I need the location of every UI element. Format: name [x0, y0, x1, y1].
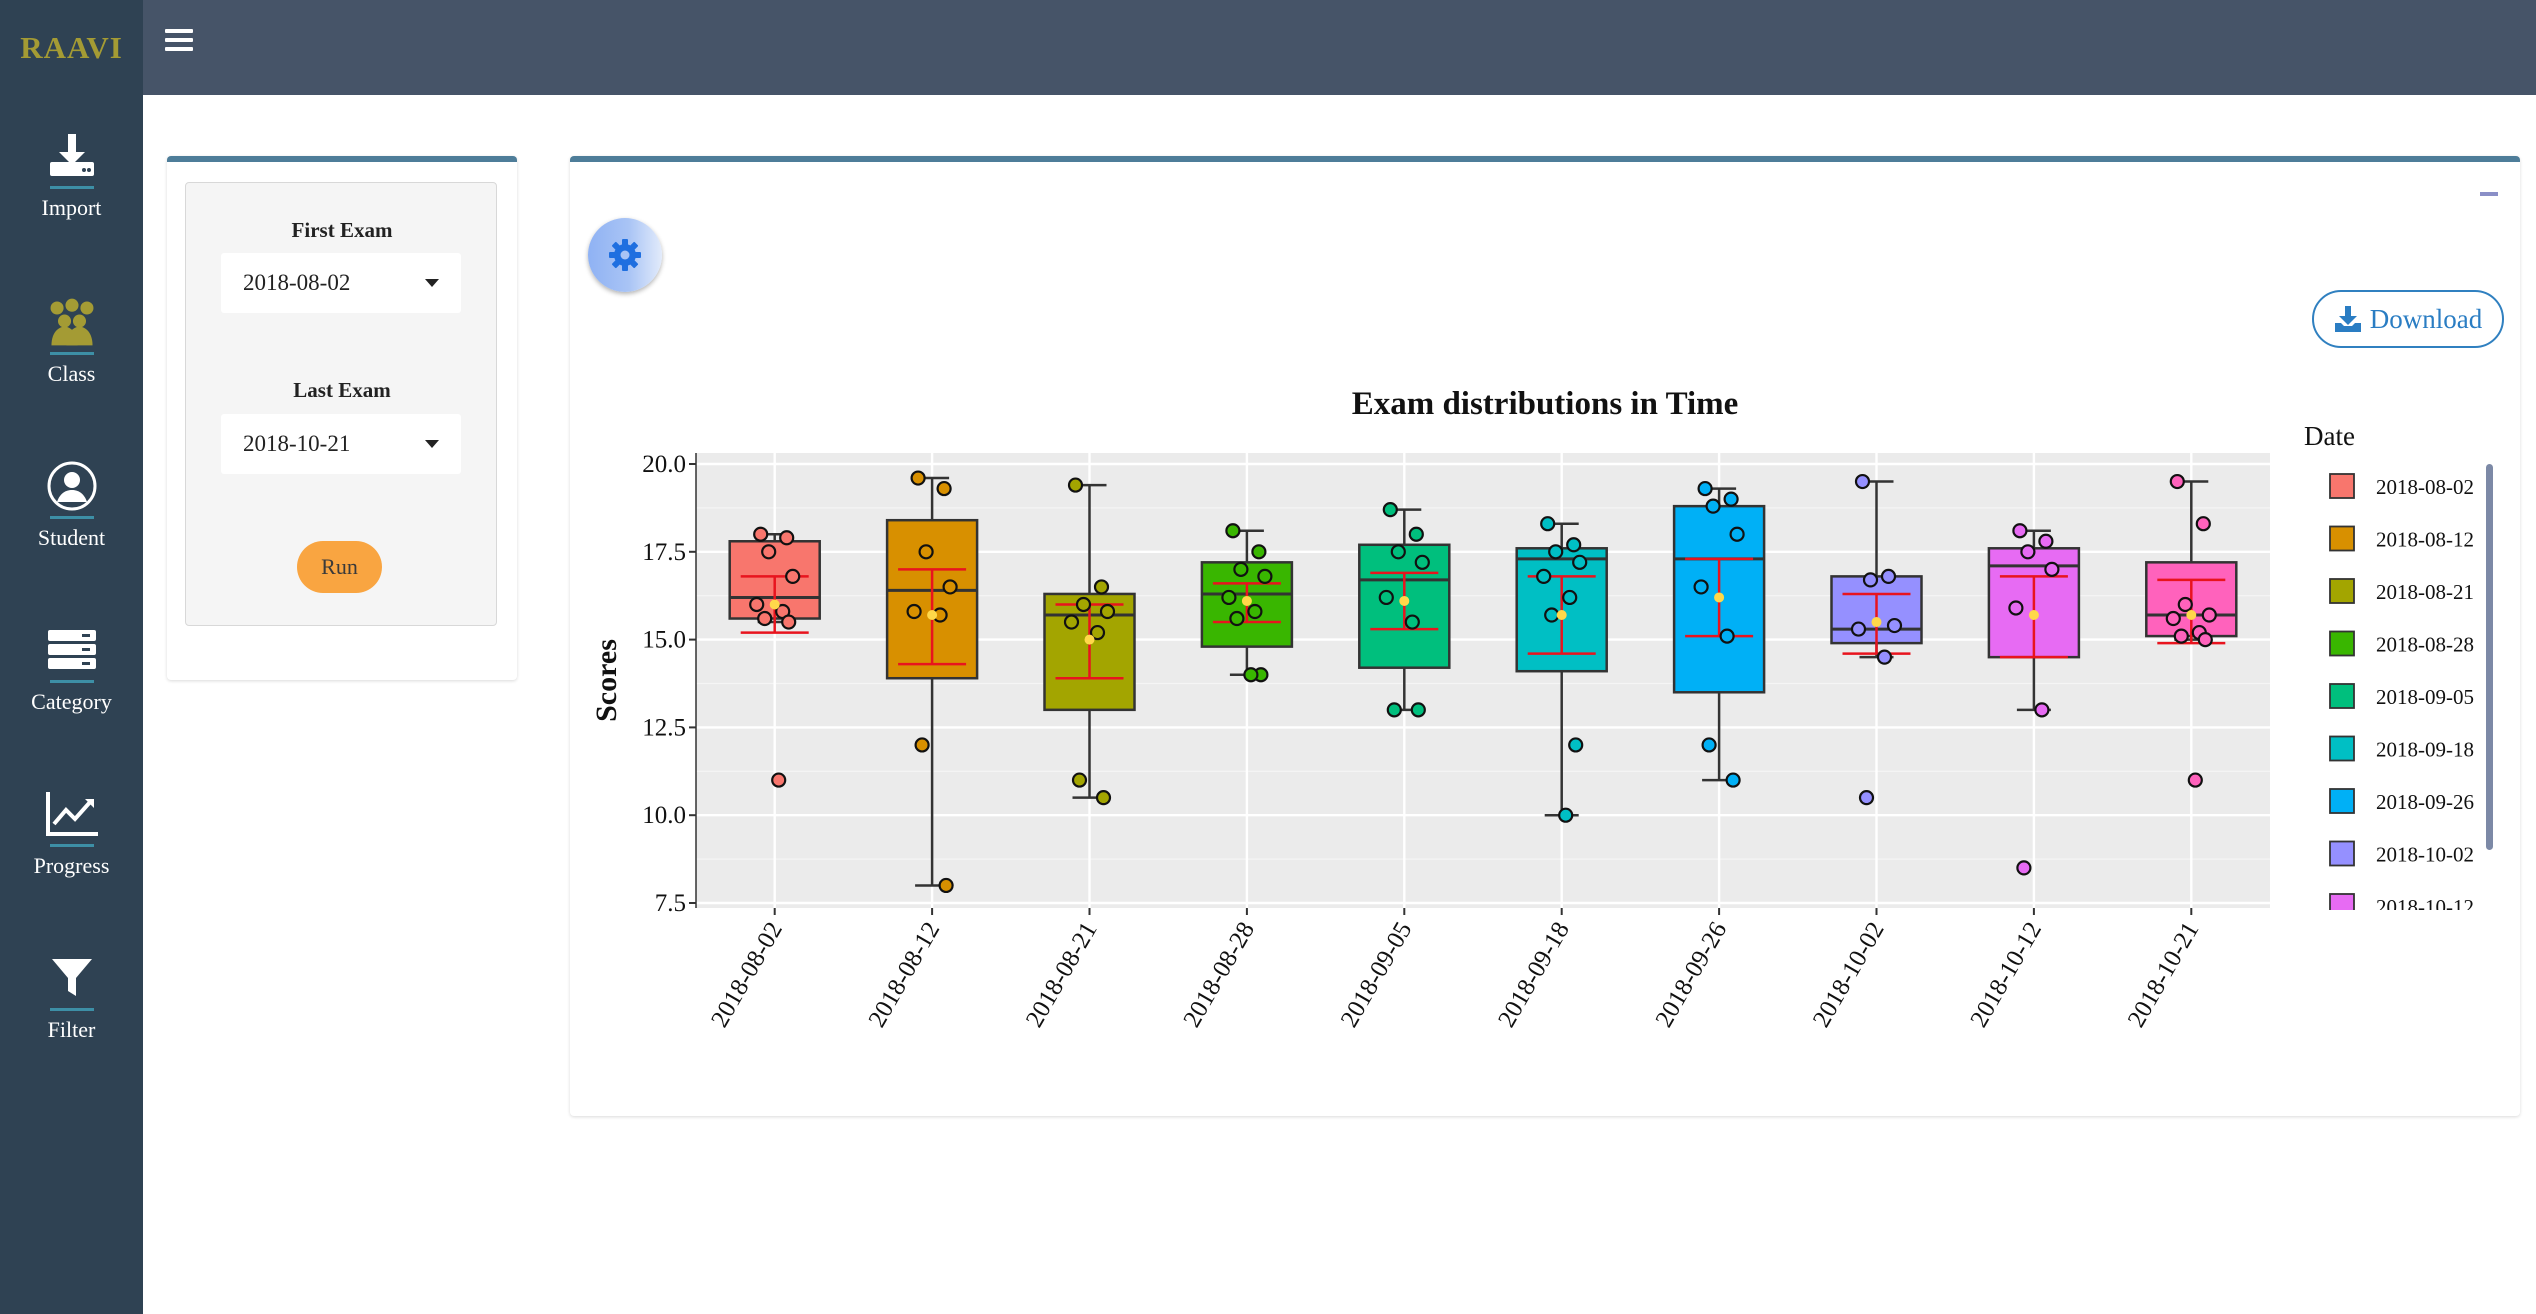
download-button[interactable]: Download — [2312, 290, 2504, 348]
legend-scrollbar[interactable] — [2486, 464, 2493, 850]
top-header: RAAVI — [0, 0, 2536, 95]
sidebar-item-label: Category — [31, 689, 112, 714]
nav-underline — [49, 186, 94, 189]
last-exam-select[interactable]: 2018-10-21 — [221, 414, 461, 474]
sidebar-item-category[interactable]: Category — [0, 622, 143, 752]
sidebar-item-filter[interactable]: Filter — [0, 950, 143, 1080]
nav-underline — [49, 844, 94, 847]
download-icon — [2334, 306, 2361, 332]
sidebar-item-progress[interactable]: Progress — [0, 786, 143, 916]
first-exam-label: First Exam — [291, 218, 393, 242]
category-icon — [44, 622, 100, 678]
settings-button[interactable] — [588, 218, 662, 292]
import-icon — [44, 128, 100, 184]
caret-down-icon — [425, 279, 439, 287]
filter-icon — [44, 950, 100, 1006]
sidebar-item-class[interactable]: Class — [0, 294, 143, 424]
class-icon — [44, 294, 100, 350]
download-label: Download — [2369, 303, 2483, 334]
first-exam-value: 2018-08-02 — [243, 270, 351, 295]
sidebar-item-import[interactable]: Import — [0, 128, 143, 258]
progress-icon — [44, 786, 100, 842]
sidebar-item-label: Import — [41, 195, 102, 220]
hamburger-menu-icon[interactable] — [163, 25, 195, 57]
caret-down-icon — [425, 440, 439, 448]
nav-underline — [49, 1008, 94, 1011]
gear-icon — [609, 239, 641, 271]
app-logo: RAAVI — [0, 0, 143, 95]
last-exam-value: 2018-10-21 — [243, 431, 351, 456]
run-button[interactable]: Run — [297, 541, 382, 593]
last-exam-label: Last Exam — [293, 378, 391, 402]
exam-range-form: First Exam 2018-08-02 Last Exam 2018-10-… — [185, 182, 497, 626]
nav-underline — [49, 516, 94, 519]
nav-underline — [49, 352, 94, 355]
sidebar-item-student[interactable]: Student — [0, 458, 143, 588]
student-icon — [44, 458, 100, 514]
controls-panel: First Exam 2018-08-02 Last Exam 2018-10-… — [167, 156, 517, 680]
sidebar-item-label: Class — [47, 361, 96, 386]
sidebar-item-label: Student — [37, 525, 106, 550]
sidebar: Import Class Student Category Progress F — [0, 95, 143, 1314]
sidebar-item-label: Progress — [33, 853, 110, 878]
chart-panel: Download — [570, 156, 2520, 1116]
nav-underline — [49, 680, 94, 683]
first-exam-select[interactable]: 2018-08-02 — [221, 253, 461, 313]
sidebar-item-label: Filter — [47, 1017, 96, 1042]
collapse-icon[interactable] — [2480, 192, 2498, 196]
